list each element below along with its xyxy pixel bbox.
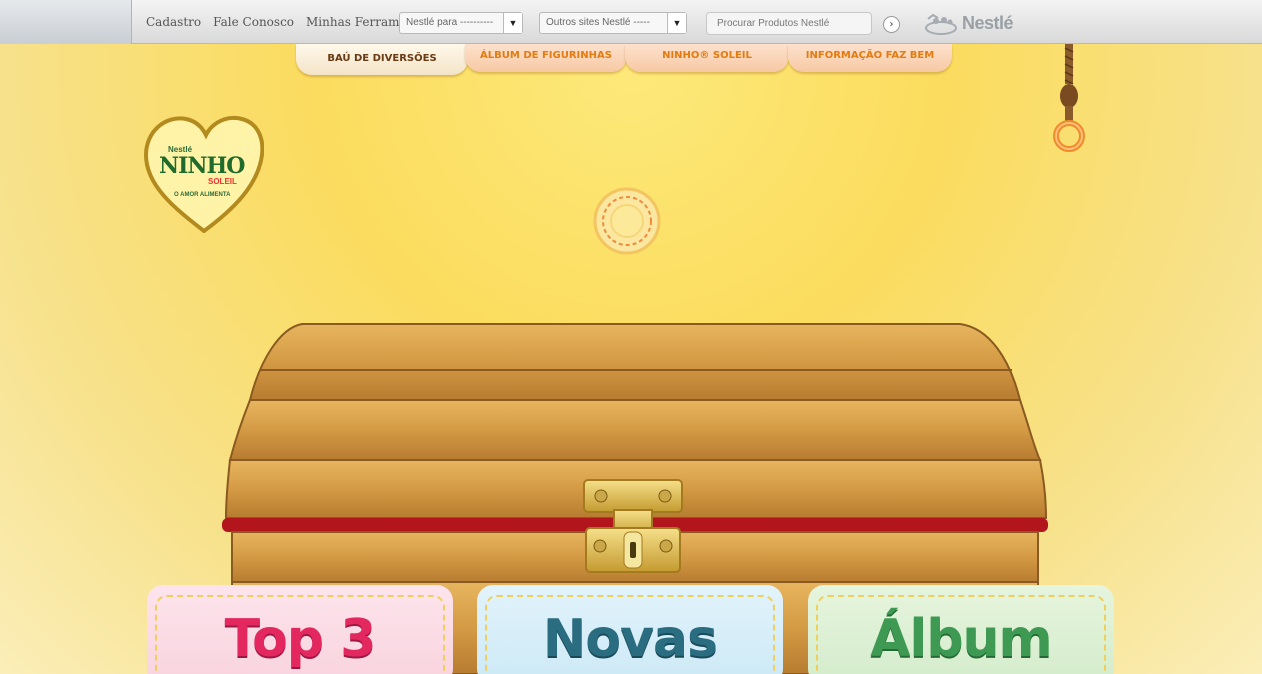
search-input[interactable]: Procurar Produtos Nestlé	[706, 12, 872, 35]
tab-label: BAÚ DE DIVERSÕES	[327, 53, 437, 64]
nestle-para-select[interactable]: Nestlé para ---------- ▼	[399, 12, 523, 34]
rope-pull-handle[interactable]	[1048, 44, 1090, 156]
tab-bau-de-diversoes[interactable]: BAÚ DE DIVERSÕES	[296, 44, 468, 75]
nest-icon	[925, 13, 957, 35]
tab-informacao-faz-bem[interactable]: INFORMAÇÃO FAZ BEM	[788, 44, 952, 72]
top-links: Cadastro Fale Conosco Minhas Ferramentas	[146, 15, 432, 29]
logo-sub: SOLEIL	[208, 177, 237, 186]
album-card[interactable]: Álbum	[808, 585, 1114, 674]
top3-card[interactable]: Top 3	[147, 585, 453, 674]
center-ring-button[interactable]	[590, 187, 664, 261]
nestle-brand-text: Nestlé	[962, 12, 1014, 33]
tab-ninho-soleil[interactable]: NINHO® SOLEIL	[625, 44, 789, 72]
album-card-label: Álbum	[870, 609, 1053, 669]
top-bar-lead	[0, 0, 132, 44]
cadastro-link[interactable]: Cadastro	[146, 15, 201, 29]
fale-conosco-link[interactable]: Fale Conosco	[213, 15, 294, 29]
tab-label: ÁLBUM DE FIGURINHAS	[480, 50, 612, 61]
tab-label: NINHO® SOLEIL	[662, 50, 752, 61]
logo-name: NINHO	[159, 153, 245, 179]
nestle-logo[interactable]: Nestlé	[924, 11, 1014, 35]
chevron-down-icon: ▼	[667, 13, 686, 33]
search-submit-button[interactable]: ›	[883, 16, 900, 33]
novas-card[interactable]: Novas	[477, 585, 783, 674]
top-bar: Cadastro Fale Conosco Minhas Ferramentas…	[0, 0, 1262, 44]
ninho-soleil-logo[interactable]: Nestlé NINHO SOLEIL O AMOR ALIMENTA	[143, 113, 265, 234]
nestle-para-select-value: Nestlé para ----------	[406, 17, 494, 28]
rope-icon	[1053, 44, 1085, 152]
outros-sites-select-value: Outros sites Nestlé -----	[546, 17, 650, 28]
chevron-down-icon: ▼	[503, 13, 522, 33]
top3-card-label: Top 3	[224, 609, 377, 669]
logo-tagline: O AMOR ALIMENTA	[174, 192, 231, 198]
search-placeholder: Procurar Produtos Nestlé	[717, 18, 830, 29]
chevron-right-icon: ›	[889, 19, 894, 30]
tab-label: INFORMAÇÃO FAZ BEM	[805, 50, 935, 61]
ring-icon	[593, 187, 661, 255]
outros-sites-select[interactable]: Outros sites Nestlé ----- ▼	[539, 12, 687, 34]
tab-album-de-figurinhas[interactable]: ÁLBUM DE FIGURINHAS	[465, 44, 627, 72]
novas-card-label: Novas	[542, 609, 718, 669]
